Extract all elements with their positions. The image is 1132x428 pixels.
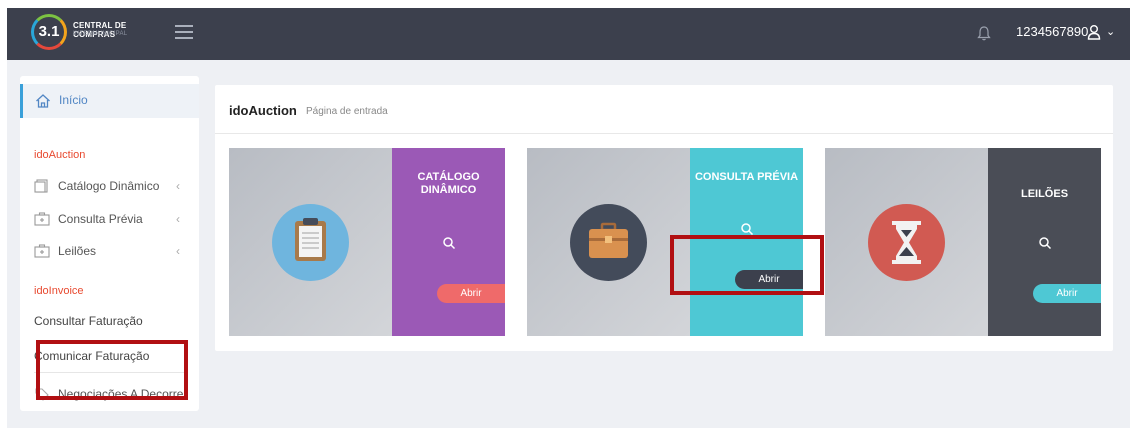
chevron-left-icon: ‹ [176, 179, 180, 193]
user-icon[interactable] [1087, 24, 1101, 40]
card-image-area [229, 148, 392, 336]
chevron-left-icon: ‹ [176, 244, 180, 258]
sidebar-item-label: Início [59, 93, 88, 107]
sidebar-item-consultar-faturacao[interactable]: Consultar Faturação [34, 314, 143, 328]
sidebar-item-label: Catálogo Dinâmico [58, 179, 160, 193]
card-side-panel: LEILÕES Abrir [988, 148, 1101, 336]
app-logo[interactable]: 3.1 CENTRAL DE COMPRAS INTERMUNICIPAL [23, 11, 171, 55]
card-title-line: CATÁLOGO [417, 171, 480, 183]
search-icon[interactable] [1038, 236, 1052, 250]
logo-number: 3.1 [38, 23, 60, 40]
briefcase-icon [34, 212, 50, 226]
search-icon[interactable] [442, 236, 456, 250]
page-title: idoAuction [229, 103, 297, 118]
catalog-icon [34, 179, 48, 193]
sidebar-item-home[interactable]: Início [20, 84, 199, 118]
panel-divider [215, 133, 1113, 134]
section-heading-auction: idoAuction [34, 149, 86, 161]
chevron-left-icon: ‹ [176, 212, 180, 226]
open-button[interactable]: Abrir [437, 284, 505, 303]
card-side-panel: CATÁLOGO DINÂMICO Abrir [392, 148, 505, 336]
highlight-box [36, 340, 188, 400]
clipboard-icon [272, 204, 349, 281]
card-image-area [527, 148, 690, 336]
card-title: CATÁLOGO DINÂMICO [392, 171, 505, 197]
briefcase-icon [570, 204, 647, 281]
home-icon [36, 94, 50, 108]
briefcase-icon [34, 244, 50, 258]
hamburger-menu-icon[interactable] [175, 25, 193, 39]
logo-subtitle: INTERMUNICIPAL [73, 31, 128, 37]
card-leiloes[interactable]: LEILÕES Abrir [825, 148, 1101, 336]
section-heading-invoice: idoInvoice [34, 285, 84, 297]
search-icon[interactable] [740, 222, 754, 236]
card-catalogo-dinamico[interactable]: CATÁLOGO DINÂMICO Abrir [229, 148, 505, 336]
highlight-box [670, 235, 824, 295]
sidebar-item-label: Consulta Prévia [58, 212, 143, 226]
username-label[interactable]: 1234567890 [1016, 24, 1088, 39]
app-window: 3.1 CENTRAL DE COMPRAS INTERMUNICIPAL 12… [7, 8, 1130, 428]
open-button[interactable]: Abrir [1033, 284, 1101, 303]
bell-icon[interactable] [977, 25, 991, 41]
hourglass-icon [868, 204, 945, 281]
card-title-line: DINÂMICO [420, 184, 477, 196]
card-title: CONSULTA PRÉVIA [694, 171, 799, 183]
sidebar-item-leiloes[interactable]: Leilões ‹ [34, 243, 189, 263]
card-image-area [825, 148, 988, 336]
top-bar: 3.1 CENTRAL DE COMPRAS INTERMUNICIPAL 12… [7, 8, 1130, 60]
sidebar-item-consulta-previa[interactable]: Consulta Prévia ‹ [34, 211, 189, 231]
card-title: LEILÕES [1020, 188, 1069, 200]
page-subtitle: Página de entrada [306, 106, 388, 117]
sidebar-item-catalogo-dinamico[interactable]: Catálogo Dinâmico ‹ [34, 178, 189, 198]
sidebar-item-label: Leilões [58, 244, 97, 258]
chevron-down-icon[interactable]: ⌄ [1106, 25, 1115, 38]
